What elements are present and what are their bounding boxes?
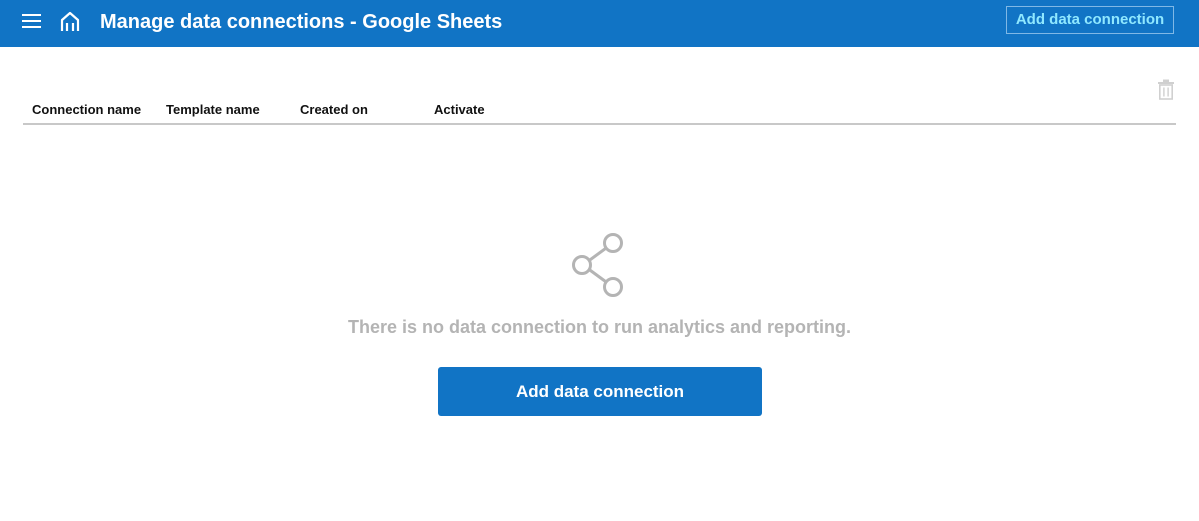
page-title: Manage data connections - Google Sheets bbox=[100, 11, 503, 33]
app-header: Manage data connections - Google Sheets … bbox=[0, 0, 1199, 47]
table-header: Connection name Template name Created on… bbox=[23, 96, 1176, 125]
share-icon bbox=[570, 231, 627, 299]
column-header-activate[interactable]: Activate bbox=[434, 102, 485, 117]
column-header-template-name[interactable]: Template name bbox=[166, 102, 260, 117]
hamburger-menu-icon[interactable] bbox=[22, 12, 42, 30]
add-data-connection-header-button[interactable]: Add data connection bbox=[1006, 6, 1174, 34]
column-header-connection-name[interactable]: Connection name bbox=[32, 102, 141, 117]
empty-state-message: There is no data connection to run analy… bbox=[347, 317, 852, 337]
column-header-created-on[interactable]: Created on bbox=[300, 102, 368, 117]
add-data-connection-button[interactable]: Add data connection bbox=[438, 367, 762, 416]
home-icon[interactable] bbox=[57, 10, 83, 34]
